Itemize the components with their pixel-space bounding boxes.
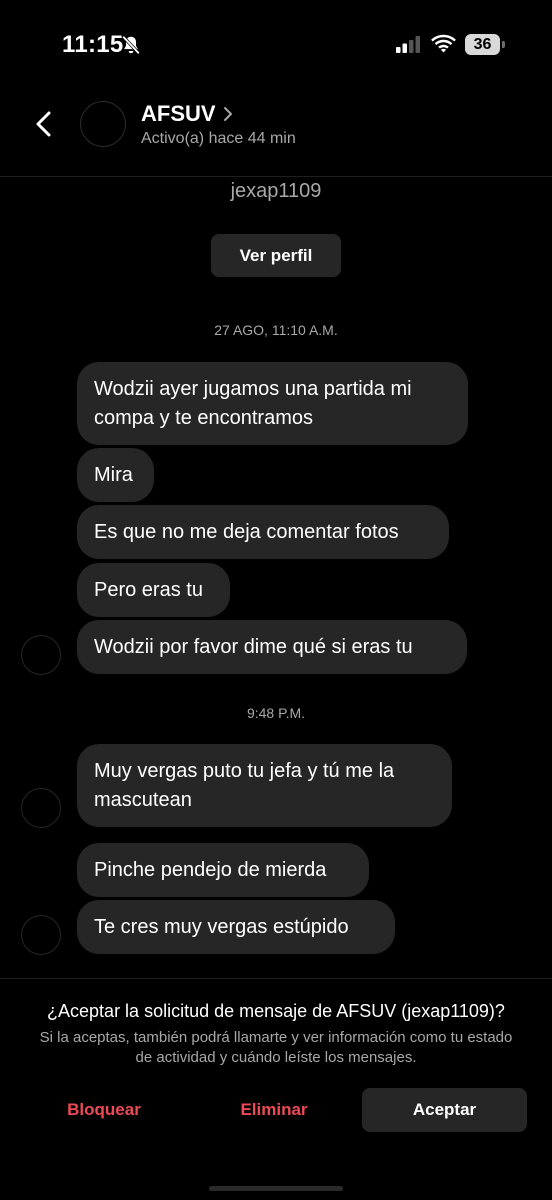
message-bubble[interactable]: Pero eras tu [77,563,230,617]
message-bubble[interactable]: Wodzii por favor dime qué si eras tu [77,620,467,674]
cellular-signal-icon [396,36,420,53]
message-text: Wodzii ayer jugamos una partida mi compa… [94,377,412,429]
timestamp-second: 9:48 P.M. [246,705,306,721]
message-text: Wodzii por favor dime qué si eras tu [94,635,413,658]
view-profile-button[interactable]: Ver perfil [211,234,341,277]
message-text: Es que no me deja comentar fotos [94,520,399,543]
battery-indicator: 36 [465,34,505,55]
active-status: Activo(a) hace 44 min [141,130,296,147]
status-time: 11:15 [62,31,124,58]
message-text: Mira [94,463,133,486]
bell-slash-icon [122,35,140,55]
sender-avatar[interactable] [21,635,61,675]
message-bubble[interactable]: Mira [77,448,154,502]
chevron-right-icon[interactable] [222,106,234,122]
message-text: Te cres muy vergas estúpido [94,915,349,938]
message-text: Pero eras tu [94,578,203,601]
message-bubble[interactable]: Te cres muy vergas estúpido [77,900,395,954]
home-indicator [209,1186,343,1191]
delete-button[interactable]: Eliminar [222,1089,326,1131]
back-arrow-icon[interactable] [28,108,60,140]
sender-avatar[interactable] [21,915,61,955]
battery-level: 36 [465,34,500,55]
message-bubble[interactable]: Muy vergas puto tu jefa y tú me la mascu… [77,744,452,827]
contact-name[interactable]: AFSUV [141,101,216,127]
message-text: Pinche pendejo de mierda [94,858,327,881]
accept-request-question: ¿Aceptar la solicitud de mensaje de AFSU… [47,1001,505,1021]
block-button[interactable]: Bloquear [48,1089,160,1131]
status-bar: 11:15 36 [0,0,552,90]
battery-tip [502,41,505,48]
sender-avatar[interactable] [21,788,61,828]
message-bubble[interactable]: Wodzii ayer jugamos una partida mi compa… [77,362,468,445]
profile-username: jexap1109 [230,180,322,202]
wifi-icon [431,34,456,53]
message-request-footer: ¿Aceptar la solicitud de mensaje de AFSU… [0,978,552,1200]
message-text: Muy vergas puto tu jefa y tú me la mascu… [94,759,395,811]
message-bubble[interactable]: Pinche pendejo de mierda [77,843,369,897]
message-bubble[interactable]: Es que no me deja comentar fotos [77,505,449,559]
accept-request-info: Si la aceptas, también podrá llamarte y … [39,1029,513,1066]
chat-header: AFSUV Activo(a) hace 44 min [0,90,552,177]
timestamp-first: 27 AGO, 11:10 A.M. [214,322,338,338]
contact-avatar[interactable] [80,101,126,147]
accept-button[interactable]: Aceptar [362,1088,527,1132]
